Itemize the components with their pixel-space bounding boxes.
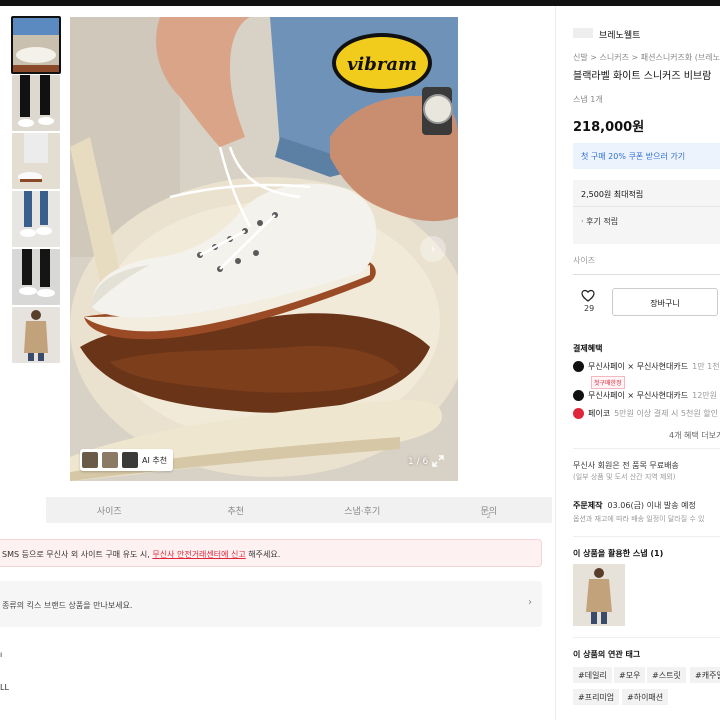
fraud-warning-box: SMS 등으로 무신사 외 사이트 구매 유도 시, 무신사 안전거래센터에 신… xyxy=(0,539,542,567)
cutoff-text-1: ı xyxy=(0,650,3,659)
payco-icon xyxy=(573,408,584,419)
more-benefits-link[interactable]: 4개 혜택 더보기 xyxy=(669,430,720,441)
like-count: 29 xyxy=(584,304,595,313)
tab-size-label: 사이즈 xyxy=(96,507,122,517)
payment-row-2[interactable]: 무신사페이 × 무신사현대카드 12만원 이 xyxy=(573,390,720,401)
next-image-button[interactable]: › xyxy=(420,236,446,262)
tag-chip[interactable]: #모우 xyxy=(614,667,646,683)
product-title: 블랙라벨 화이트 스니커즈 비브람 xyxy=(573,71,712,82)
top-bar xyxy=(0,0,720,6)
made-to-order-note: 옵션과 재고에 따라 배송 일정이 달라질 수 있 xyxy=(573,515,705,523)
related-snap-image[interactable] xyxy=(573,564,625,626)
heart-icon[interactable] xyxy=(581,289,595,303)
warning-prefix: SMS 등으로 무신사 외 사이트 구매 유도 시, xyxy=(2,550,153,559)
payment-row-3[interactable]: 페이코 5만원 이상 결제 시 5천원 할인 xyxy=(573,408,718,419)
ai-recommend-label: AI 추천 xyxy=(142,455,168,465)
made-to-order-date: 03.06(금) 이내 발송 예정 xyxy=(607,501,696,510)
section-divider xyxy=(573,536,720,537)
product-price: 218,000원 xyxy=(573,120,645,135)
payment-row-2-detail: 12만원 이 xyxy=(692,391,720,400)
brand-promo-text: 종류의 킥스 브랜드 상품을 만나보세요. xyxy=(2,601,133,610)
points-review: · 후기 적립 xyxy=(581,217,619,226)
thumbnail-2[interactable] xyxy=(12,75,60,131)
expand-icon[interactable] xyxy=(432,455,444,467)
points-box: 2,500원 최대적립 · 후기 적립 xyxy=(573,180,720,244)
tab-snap-review-label: 스냅·후기 xyxy=(344,507,381,517)
thumbnail-1[interactable] xyxy=(11,16,61,74)
tab-size[interactable]: 사이즈 xyxy=(46,497,173,523)
brand-logo[interactable] xyxy=(573,28,593,38)
thumbnail-4[interactable] xyxy=(12,191,60,247)
product-tabs: 사이즈 추천 스냅·후기 문의 2 xyxy=(46,497,552,523)
section-divider xyxy=(573,637,720,638)
tab-recommend[interactable]: 추천 xyxy=(173,497,300,523)
tab-inquiry-count: 2 xyxy=(486,512,491,520)
tag-chip[interactable]: #데일리 xyxy=(573,667,612,683)
tag-chip[interactable]: #하이패션 xyxy=(622,689,669,705)
points-max: 2,500원 최대적립 xyxy=(581,190,644,199)
ai-thumb-2 xyxy=(102,452,118,468)
brand-name[interactable]: 브레노웰트 xyxy=(599,28,640,41)
related-snaps-title: 이 상품을 활용한 스냅 (1) xyxy=(573,549,664,558)
payment-row-1-detail: 1만 1천원 xyxy=(692,362,720,371)
add-to-cart-button[interactable]: 장바구니 xyxy=(612,288,718,316)
cutoff-text-2: LL xyxy=(0,683,9,692)
size-select[interactable]: 사이즈 xyxy=(573,251,720,275)
musinsa-pay-icon xyxy=(573,390,584,401)
safety-center-link[interactable]: 무신사 안전거래센터에 신고 xyxy=(152,550,245,559)
thumbnail-5[interactable] xyxy=(12,249,60,305)
payment-row-1[interactable]: 무신사페이 × 무신사현대카드 1만 1천원 xyxy=(573,361,720,372)
main-product-image[interactable]: vibram › AI 추천 1 / 6 xyxy=(70,17,458,481)
points-divider xyxy=(573,206,720,207)
column-divider xyxy=(555,6,556,720)
tag-chip[interactable]: #캐주얼 xyxy=(690,667,720,683)
payment-row-3-detail: 5만원 이상 결제 시 5천원 할인 xyxy=(614,409,718,418)
thumbnail-3[interactable] xyxy=(12,133,60,189)
chevron-right-icon: › xyxy=(528,597,532,608)
tab-inquiry[interactable]: 문의 2 xyxy=(426,497,553,523)
tab-recommend-label: 추천 xyxy=(227,507,245,517)
ai-thumb-3 xyxy=(122,452,138,468)
vibram-logo: vibram xyxy=(347,54,417,75)
tab-left-blank xyxy=(0,497,46,523)
first-purchase-coupon-button[interactable]: 첫 구매 20% 쿠폰 받으러 가기 xyxy=(573,143,720,169)
free-shipping-note: (일부 상품 및 도서 산간 지역 제외) xyxy=(573,473,676,481)
tag-chip[interactable]: #스트릿 xyxy=(647,667,686,683)
thumbnail-6[interactable] xyxy=(12,307,60,363)
tab-snap-review[interactable]: 스냅·후기 xyxy=(299,497,426,523)
payment-row-1-text: 무신사페이 × 무신사현대카드 xyxy=(588,362,689,371)
payment-row-3-text: 페이코 xyxy=(588,409,611,418)
free-shipping-text: 무신사 회원은 전 품목 무료배송 xyxy=(573,461,679,470)
payment-benefits-title: 결제혜택 xyxy=(573,344,603,353)
made-to-order-label: 주문제작 xyxy=(573,501,603,510)
related-tags-title: 이 상품의 연관 태그 xyxy=(573,650,641,659)
image-counter: 1 / 6 xyxy=(408,457,429,467)
ai-recommend-chip[interactable]: AI 추천 xyxy=(80,449,174,471)
section-divider xyxy=(573,448,720,449)
snap-count[interactable]: 스냅 1개 xyxy=(573,94,603,105)
tag-chip[interactable]: #프리미엄 xyxy=(573,689,620,705)
made-to-order-info: 주문제작 03.06(금) 이내 발송 예정 xyxy=(573,500,696,511)
musinsa-pay-icon xyxy=(573,361,584,372)
first-purchase-badge: 첫구매한정 xyxy=(591,376,625,389)
warning-suffix: 해주세요. xyxy=(245,550,281,559)
brand-promo-box[interactable]: 종류의 킥스 브랜드 상품을 만나보세요. › xyxy=(0,581,542,627)
payment-row-2-text: 무신사페이 × 무신사현대카드 xyxy=(588,391,689,400)
breadcrumb[interactable]: 신발 > 스니커즈 > 패션스니커즈화 (브레노웰 xyxy=(573,52,720,63)
ai-thumb-1 xyxy=(82,452,98,468)
